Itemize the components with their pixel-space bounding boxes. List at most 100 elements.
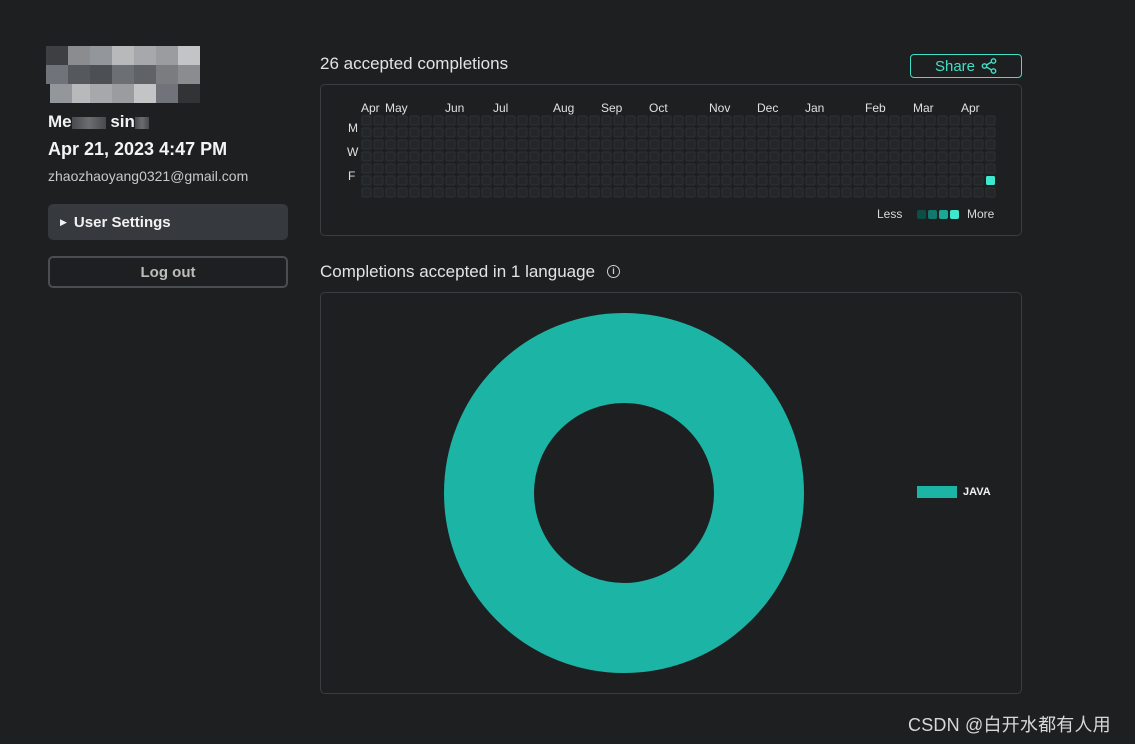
heatmap-cell <box>805 127 816 138</box>
heatmap-cell <box>589 187 600 198</box>
avatar-pixel <box>178 46 200 65</box>
heatmap-cell <box>529 127 540 138</box>
heatmap-cell <box>685 139 696 150</box>
heatmap-cell <box>541 127 552 138</box>
heatmap-cell <box>733 151 744 162</box>
month-label: Apr <box>961 101 980 115</box>
heatmap-cell <box>805 187 816 198</box>
heatmap-cell <box>925 175 936 186</box>
heatmap-cell <box>793 163 804 174</box>
heatmap-cell <box>673 163 684 174</box>
avatar-pixel <box>134 65 156 84</box>
heatmap-cell <box>481 139 492 150</box>
avatar-pixel <box>178 84 200 103</box>
heatmap-cell <box>565 115 576 126</box>
heatmap-cell <box>769 115 780 126</box>
heatmap-cell <box>853 175 864 186</box>
heatmap-cell <box>433 139 444 150</box>
heatmap-cell <box>793 115 804 126</box>
heatmap-cell <box>709 187 720 198</box>
heatmap-cell <box>409 127 420 138</box>
heatmap-cell <box>757 127 768 138</box>
heatmap-cell <box>373 187 384 198</box>
heatmap-cell <box>445 187 456 198</box>
heatmap-cell <box>877 139 888 150</box>
heatmap-cell <box>757 175 768 186</box>
heatmap-cell <box>457 175 468 186</box>
heatmap-cell <box>661 115 672 126</box>
heatmap-cell <box>913 175 924 186</box>
heatmap-cell <box>649 127 660 138</box>
legend-swatch-level2 <box>928 210 937 219</box>
heatmap-cell <box>865 127 876 138</box>
heatmap-cell <box>913 151 924 162</box>
heatmap-cell <box>517 127 528 138</box>
heatmap-cell <box>433 127 444 138</box>
heatmap-cell <box>577 175 588 186</box>
heatmap-cell <box>865 115 876 126</box>
avatar-pixel <box>112 46 134 65</box>
heatmap-cell <box>541 151 552 162</box>
user-settings-toggle[interactable]: ▶ User Settings <box>48 204 288 240</box>
heatmap-cell <box>913 127 924 138</box>
donut-slice-java[interactable] <box>444 313 804 673</box>
heatmap-cell <box>793 151 804 162</box>
avatar-pixel <box>178 65 200 84</box>
heatmap-cell <box>421 175 432 186</box>
share-button[interactable]: Share <box>910 54 1022 78</box>
heatmap-cell <box>985 139 996 150</box>
info-circle-icon[interactable]: i <box>607 265 620 278</box>
heatmap-cell <box>697 127 708 138</box>
languages-title: Completions accepted in 1 language <box>320 262 596 281</box>
heatmap-cell <box>505 163 516 174</box>
heatmap-cell <box>961 175 972 186</box>
heatmap-cell <box>613 187 624 198</box>
heatmap-cell <box>637 163 648 174</box>
heatmap-cell <box>985 163 996 174</box>
heatmap-cell <box>493 127 504 138</box>
heatmap-cell <box>745 175 756 186</box>
legend-swatch-level3 <box>939 210 948 219</box>
heatmap-cell <box>925 151 936 162</box>
legend-label-java: JAVA <box>963 486 991 498</box>
heatmap-cell <box>505 139 516 150</box>
heatmap-cell <box>649 115 660 126</box>
heatmap-cell <box>601 127 612 138</box>
heatmap-cell <box>481 163 492 174</box>
heatmap-cell <box>961 163 972 174</box>
legend-less-label: Less <box>877 207 903 221</box>
avatar-pixel <box>134 46 156 65</box>
heatmap-cell <box>433 175 444 186</box>
heatmap-cell <box>697 151 708 162</box>
heatmap-cell <box>985 151 996 162</box>
heatmap-cell <box>421 163 432 174</box>
heatmap-cell <box>541 175 552 186</box>
heatmap-cell <box>721 151 732 162</box>
heatmap-cell <box>601 139 612 150</box>
heatmap-cell <box>721 163 732 174</box>
avatar-pixel <box>68 65 90 84</box>
heatmap-cell <box>721 115 732 126</box>
heatmap-cell <box>805 139 816 150</box>
avatar-pixel <box>90 46 112 65</box>
heatmap-cell <box>373 163 384 174</box>
heatmap-cell <box>373 175 384 186</box>
logout-button[interactable]: Log out <box>48 256 288 288</box>
heatmap-cell <box>373 151 384 162</box>
heatmap-cell <box>841 163 852 174</box>
heatmap-cell <box>361 175 372 186</box>
heatmap-legend-scale <box>917 210 959 219</box>
heatmap-cell <box>877 163 888 174</box>
heatmap-cell <box>721 187 732 198</box>
heatmap-cell <box>829 163 840 174</box>
heatmap-cell <box>769 151 780 162</box>
heatmap-cell <box>649 163 660 174</box>
heatmap-cell <box>853 151 864 162</box>
month-label: Feb <box>865 101 886 115</box>
heatmap-cell <box>889 115 900 126</box>
heatmap-cell <box>757 151 768 162</box>
heatmap-cell <box>817 175 828 186</box>
heatmap-cell <box>973 115 984 126</box>
heatmap-cell <box>517 187 528 198</box>
heatmap-cell <box>457 163 468 174</box>
